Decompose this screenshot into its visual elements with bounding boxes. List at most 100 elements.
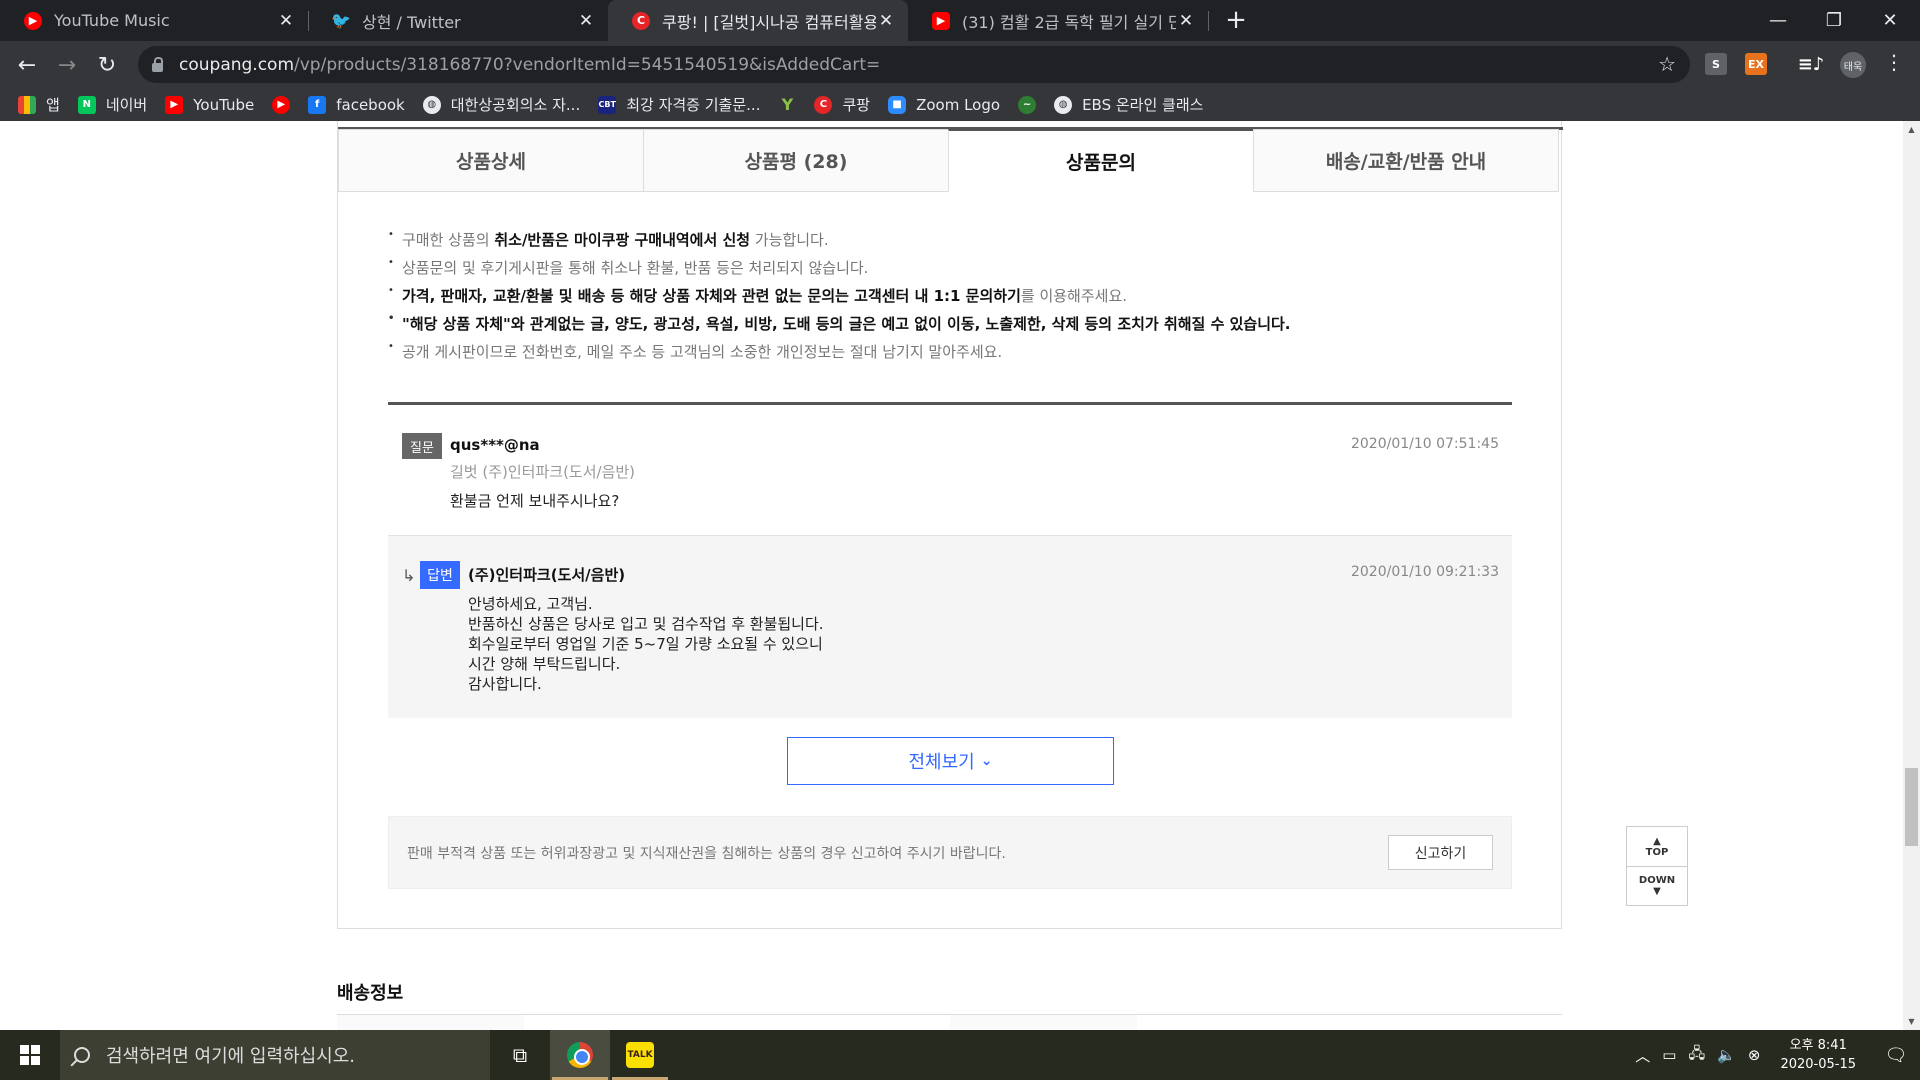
browser-tab-coupang[interactable]: C 쿠팡! | [길벗]시나공 컴퓨터활용 ✕ (608, 0, 908, 41)
search-icon (74, 1047, 90, 1063)
reload-button[interactable]: ↻ (92, 50, 122, 80)
tab-title: 쿠팡! | [길벗]시나공 컴퓨터활용 (662, 12, 876, 32)
bookmark-naver[interactable]: N 네이버 (77, 94, 147, 115)
bookmark-green[interactable]: ~ (1018, 95, 1037, 114)
bookmark-cbt[interactable]: CBT 최강 자격증 기출문... (598, 94, 760, 115)
start-button[interactable] (0, 1030, 60, 1080)
show-hidden-icons-icon[interactable]: ︿ (1635, 1045, 1650, 1066)
report-button[interactable]: 신고하기 (1388, 835, 1493, 870)
arrow-up-icon: ▲ (1653, 835, 1661, 847)
chrome-icon (567, 1042, 593, 1068)
chevron-down-icon: ⌄ (980, 753, 993, 769)
page-viewport: 상품상세 상품평 (28) 상품문의 배송/교환/반품 안내 구매한 상품의 취… (0, 121, 1920, 1030)
tab-title: YouTube Music (54, 11, 170, 30)
windows-logo-icon (20, 1045, 40, 1065)
page-scrollbar[interactable]: ▲ ▼ (1903, 121, 1920, 1030)
forward-button[interactable]: → (52, 50, 82, 80)
battery-icon[interactable]: ▭ (1662, 1046, 1676, 1064)
scroll-top-button[interactable]: ▲ TOP (1627, 827, 1687, 866)
globe-icon: ◍ (422, 95, 441, 114)
close-tab-icon[interactable]: ✕ (1176, 11, 1196, 31)
cbt-icon: CBT (598, 95, 617, 114)
restore-button[interactable]: ❐ (1806, 0, 1862, 41)
tab-product-detail[interactable]: 상품상세 (338, 129, 644, 192)
profile-avatar[interactable]: 태욱 (1840, 52, 1866, 78)
taskbar-chrome[interactable] (550, 1030, 610, 1080)
tab-title: (31) 컴활 2급 독학 필기 실기 단 (962, 12, 1176, 32)
arrow-down-icon: ▼ (1653, 886, 1661, 897)
task-view-button[interactable]: ⧉ (490, 1030, 550, 1080)
reply-arrow-icon: ↳ (402, 566, 416, 585)
close-tab-icon[interactable]: ✕ (576, 11, 596, 31)
extension-s-icon[interactable]: S (1705, 53, 1727, 75)
notice-item: 상품문의 및 후기게시판을 통해 취소나 환불, 반품 등은 처리되지 않습니다… (388, 249, 1513, 282)
browser-tab-strip: ▶ YouTube Music ✕ 🐦 상현 / Twitter ✕ C 쿠팡!… (0, 0, 1920, 41)
answer-item: ↳ 답변 (주)인터파크(도서/음반) 2020/01/10 09:21:33 … (388, 535, 1512, 718)
browser-tab-youtube-music[interactable]: ▶ YouTube Music ✕ (0, 0, 308, 41)
tab-shipping-return[interactable]: 배송/교환/반품 안내 (1253, 129, 1559, 192)
ime-icon[interactable]: ⊗ (1748, 1046, 1761, 1064)
answer-text: 안녕하세요, 고객님. 반품하신 상품은 당사로 입고 및 검수작업 후 환불됩… (468, 595, 824, 693)
volume-icon[interactable]: 🔈 (1717, 1046, 1736, 1064)
bookmark-zoom[interactable]: ■ Zoom Logo (888, 95, 1000, 114)
tab-inquiry[interactable]: 상품문의 (948, 129, 1254, 192)
taskbar-search[interactable]: 검색하려면 여기에 입력하십시오. (60, 1030, 490, 1080)
tab-reviews[interactable]: 상품평 (28) (643, 129, 949, 192)
browser-tab-youtube[interactable]: ▶ (31) 컴활 2급 독학 필기 실기 단 ✕ (908, 0, 1208, 41)
bookmark-y[interactable]: Y (778, 95, 796, 114)
globe-icon: ◍ (1054, 95, 1073, 114)
address-bar[interactable]: coupang.com/vp/products/318168770?vendor… (138, 46, 1690, 83)
bookmark-youtube[interactable]: ▶ YouTube (165, 95, 254, 114)
bookmark-ebs[interactable]: ◍ EBS 온라인 클래스 (1054, 94, 1203, 115)
tab-title: 상현 / Twitter (362, 12, 461, 32)
scroll-up-arrow-icon[interactable]: ▲ (1903, 121, 1920, 138)
inquiry-notice-list: 구매한 상품의 취소/반품은 마이쿠팡 구매내역에서 신청 가능합니다. 상품문… (388, 221, 1513, 366)
action-center-icon[interactable]: 🗨 (1872, 1030, 1920, 1080)
youtube-music-icon: ▶ (272, 95, 291, 114)
close-window-button[interactable]: ✕ (1862, 0, 1918, 41)
bookmark-korcham[interactable]: ◍ 대한상공회의소 자... (422, 94, 580, 115)
scrollbar-thumb[interactable] (1905, 768, 1918, 846)
youtube-icon: ▶ (165, 95, 184, 114)
extension-ex-icon[interactable]: EX (1745, 53, 1767, 75)
minimize-button[interactable]: — (1750, 0, 1806, 41)
close-tab-icon[interactable]: ✕ (276, 11, 296, 31)
lock-icon (152, 56, 163, 72)
network-icon[interactable]: 🖧 (1688, 1043, 1705, 1068)
new-tab-button[interactable]: + (1220, 4, 1252, 36)
y-icon: Y (781, 95, 794, 114)
question-text: 환불금 언제 보내주시나요? (450, 492, 620, 510)
youtube-icon: ▶ (932, 11, 950, 30)
browser-menu-icon[interactable]: ⋮ (1884, 50, 1904, 74)
question-product-seller: 길벗 (주)인터파크(도서/음반) (450, 463, 636, 481)
scroll-down-button[interactable]: DOWN ▼ (1627, 866, 1687, 905)
bookmarks-bar: 앱 N 네이버 ▶ YouTube ▶ f facebook ◍ 대한상공회의소… (0, 88, 1920, 121)
close-tab-icon[interactable]: ✕ (876, 11, 896, 31)
bookmark-youtube-music[interactable]: ▶ (272, 95, 291, 114)
bookmark-coupang[interactable]: C 쿠팡 (814, 94, 870, 115)
view-all-button[interactable]: 전체보기 ⌄ (787, 737, 1114, 785)
back-button[interactable]: ← (12, 50, 42, 80)
question-badge: 질문 (402, 433, 442, 459)
coupang-icon: C (632, 11, 650, 30)
notice-item: 구매한 상품의 취소/반품은 마이쿠팡 구매내역에서 신청 가능합니다. (388, 221, 1513, 254)
twitter-icon: 🐦 (331, 11, 351, 30)
system-tray: ︿ ▭ 🖧 🔈 ⊗ 오후 8:41 2020-05-15 🗨 (1629, 1030, 1920, 1080)
taskbar-kakaotalk[interactable]: TALK (610, 1030, 670, 1080)
bookmark-star-icon[interactable]: ☆ (1658, 52, 1676, 76)
media-control-icon[interactable]: ≡♪ (1798, 53, 1825, 75)
browser-tab-twitter[interactable]: 🐦 상현 / Twitter ✕ (308, 0, 608, 41)
apps-grid-icon (18, 95, 36, 114)
naver-icon: N (77, 95, 96, 114)
answer-badge: 답변 (420, 561, 460, 589)
answer-seller: (주)인터파크(도서/음반) (468, 566, 626, 584)
product-inquiry-section: 상품상세 상품평 (28) 상품문의 배송/교환/반품 안내 구매한 상품의 취… (337, 121, 1563, 929)
report-text: 판매 부적격 상품 또는 허위과장광고 및 지식재산권을 침해하는 상품의 경우… (407, 846, 1006, 862)
scroll-down-arrow-icon[interactable]: ▼ (1903, 1013, 1920, 1030)
report-box: 판매 부적격 상품 또는 허위과장광고 및 지식재산권을 침해하는 상품의 경우… (388, 816, 1512, 889)
notice-item: 공개 게시판이므로 전화번호, 메일 주소 등 고객님의 소중한 개인정보는 절… (388, 333, 1513, 366)
bookmark-facebook[interactable]: f facebook (308, 95, 405, 114)
zoom-icon: ■ (888, 95, 907, 114)
bookmark-apps[interactable]: 앱 (18, 94, 60, 115)
taskbar-clock[interactable]: 오후 8:41 2020-05-15 (1780, 1036, 1856, 1074)
